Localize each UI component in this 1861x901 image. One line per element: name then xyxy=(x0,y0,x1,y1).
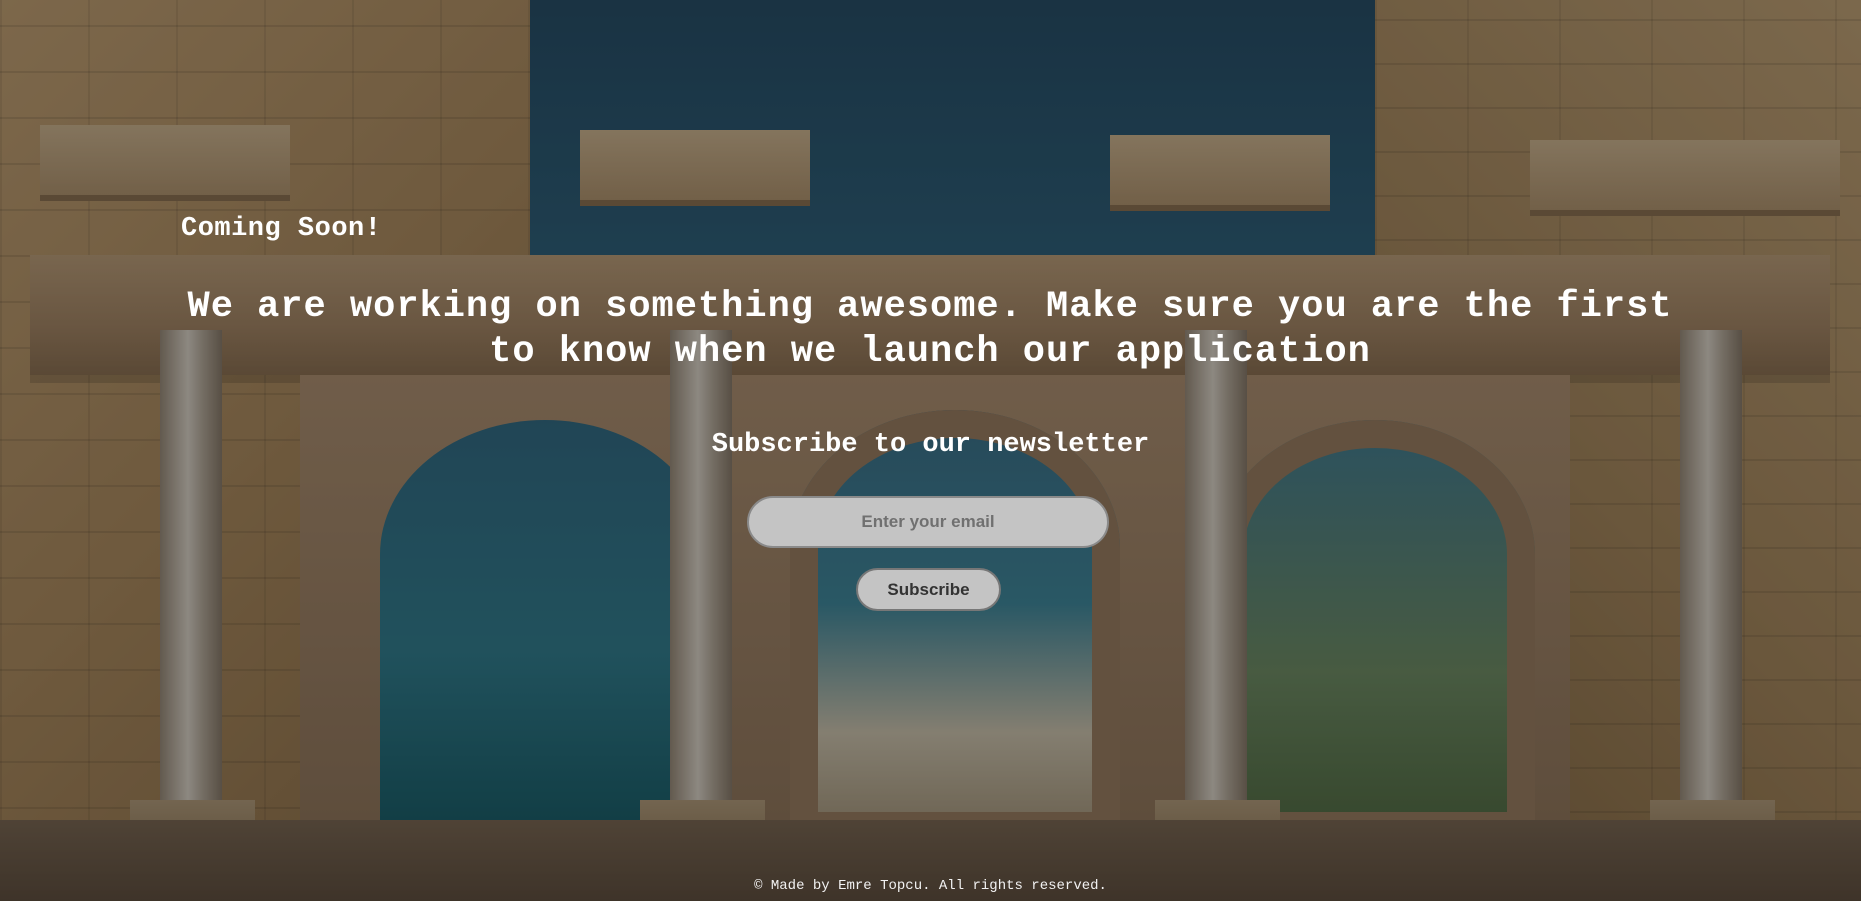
email-input[interactable] xyxy=(747,496,1109,548)
coming-soon-heading: Coming Soon! xyxy=(181,214,382,244)
newsletter-title: Subscribe to our newsletter xyxy=(711,430,1150,460)
footer-copyright: © Made by Emre Topcu. All rights reserve… xyxy=(754,878,1107,894)
page-headline: We are working on something awesome. Mak… xyxy=(187,286,1673,373)
subscribe-button[interactable]: Subscribe xyxy=(856,568,1001,611)
